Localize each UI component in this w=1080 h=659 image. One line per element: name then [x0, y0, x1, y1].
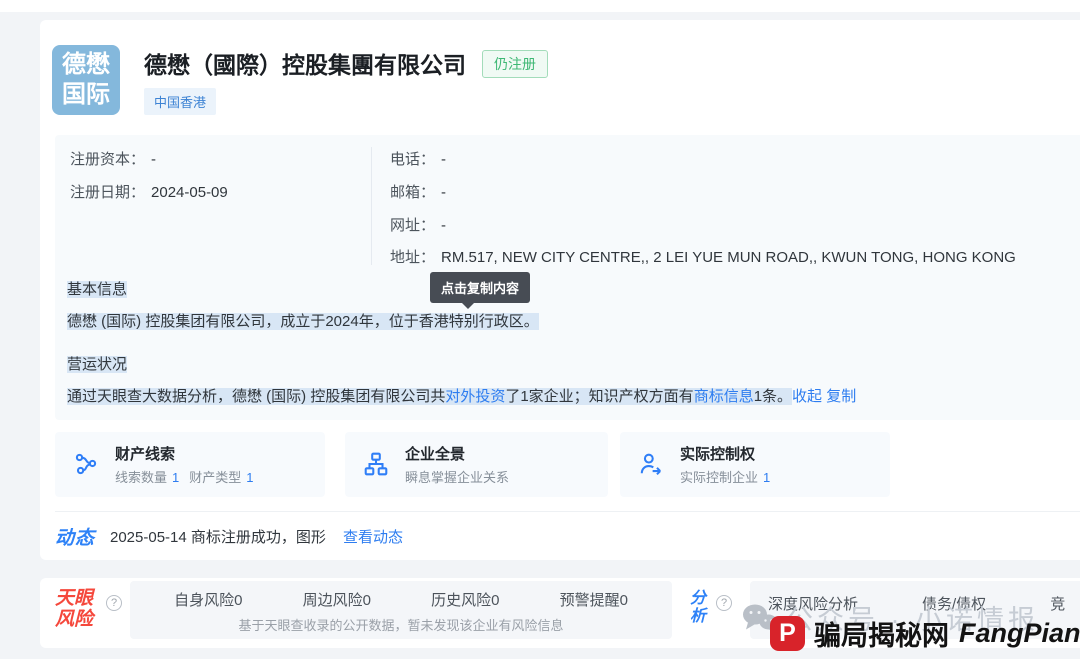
field-value: RM.517, NEW CITY CENTRE,, 2 LEI YUE MUN … [441, 249, 1016, 266]
risk-note: 基于天眼查收录的公开数据，暂未发现该企业有风险信息 [130, 615, 672, 634]
risk-count: 0 [491, 592, 499, 609]
field-address: 地址： RM.517, NEW CITY CENTRE,, 2 LEI YUE M… [390, 246, 1016, 267]
risk-count: 0 [234, 592, 242, 609]
operation-seg2: 了1家企业；知识产权方面有 [505, 388, 693, 405]
field-value: 2024-05-09 [151, 184, 228, 201]
info-panel: 注册资本：- 注册日期：2024-05-09 电话：- 邮箱：- 网址：- 地址… [55, 135, 1080, 420]
basic-info-text[interactable]: 德懋 (国际) 控股集团有限公司，成立于2024年，位于香港特别行政区。 [67, 310, 539, 331]
divider [55, 511, 1080, 512]
status-badge: 仍注册 [482, 50, 548, 78]
field-value: - [441, 217, 446, 234]
actual-control-card[interactable]: 实际控制权 实际控制企业 1 [620, 432, 890, 497]
card-title: 实际控制权 [680, 443, 755, 464]
operation-seg3: 1条。 [754, 388, 792, 405]
tianyan-risk-logo: 天眼 风险 [55, 588, 93, 630]
org-chart-icon [363, 451, 389, 477]
field-website: 网址：- [390, 214, 446, 235]
property-clue-card[interactable]: 财产线索 线索数量 1 财产类型 1 [55, 432, 325, 497]
risk-count: 0 [363, 592, 371, 609]
analysis-logo: 分 析 [690, 590, 706, 626]
card-title: 企业全景 [405, 443, 465, 464]
copy-tooltip: 点击复制内容 [430, 272, 530, 303]
field-registered-capital: 注册资本：- [70, 148, 156, 169]
operation-seg1: 通过天眼查大数据分析，德懋 (国际) 控股集团有限公司共 [67, 388, 445, 405]
analysis-help-icon[interactable]: ? [716, 595, 732, 611]
dynamic-text: 2025-05-14 商标注册成功，图形 [110, 526, 326, 547]
actual-controller-icon [638, 451, 664, 477]
field-value: - [441, 151, 446, 168]
company-logo-line2: 国际 [62, 80, 110, 110]
field-registered-date: 注册日期： 2024-05-09 [70, 181, 228, 202]
card-subtitle: 瞬息掌握企业关系 [405, 467, 509, 486]
brand-site-en: FangPian.net [959, 618, 1080, 649]
card-title: 财产线索 [115, 443, 175, 464]
brand-watermark: P 骗局揭秘网 FangPian.net [770, 614, 1080, 653]
sub-value: 1 [172, 470, 179, 485]
risk-count: 0 [620, 592, 628, 609]
field-label: 网址： [390, 217, 435, 234]
top-strip [0, 0, 1080, 12]
fangpian-logo-icon: P [770, 616, 805, 651]
collapse-link[interactable]: 收起 [792, 388, 822, 405]
clue-icon [73, 451, 99, 477]
field-label: 注册日期： [70, 184, 145, 201]
region-tag: 中国香港 [144, 88, 216, 115]
tab-surrounding-risk[interactable]: 周边风险0 [303, 589, 371, 610]
company-logo: 德懋 国际 [52, 45, 120, 115]
risk-help-icon[interactable]: ? [106, 595, 122, 611]
sub-label: 线索数量 [115, 470, 167, 485]
company-logo-line1: 德懋 [62, 50, 110, 80]
outbound-investment-link[interactable]: 对外投资 [445, 388, 505, 405]
company-name: 德懋（國際）控股集團有限公司 [144, 46, 466, 80]
company-card: 德懋 国际 德懋（國際）控股集團有限公司 仍注册 中国香港 注册资本：- 注册日… [40, 20, 1080, 560]
operation-text: 通过天眼查大数据分析，德懋 (国际) 控股集团有限公司共对外投资了1家企业；知识… [67, 385, 856, 406]
tab-competition-clipped[interactable]: 竞 [1050, 593, 1065, 614]
card-subtitle: 实际控制企业 1 [680, 467, 780, 486]
field-label: 邮箱： [390, 184, 435, 201]
copy-link[interactable]: 复制 [826, 388, 856, 405]
tab-history-risk[interactable]: 历史风险0 [431, 589, 499, 610]
basic-info-title: 基本信息 [67, 278, 127, 299]
card-subtitle: 线索数量 1 财产类型 1 [115, 467, 264, 486]
sub-value: 1 [246, 470, 253, 485]
risk-tabs: 自身风险0 周边风险0 历史风险0 预警提醒0 [130, 589, 672, 610]
trademark-info-link[interactable]: 商标信息 [694, 388, 754, 405]
operation-title: 营运状况 [67, 353, 127, 374]
tab-self-risk[interactable]: 自身风险0 [174, 589, 242, 610]
column-divider [371, 147, 372, 265]
field-value: - [151, 151, 156, 168]
sub-label: 瞬息掌握企业关系 [405, 470, 509, 485]
sub-label: 财产类型 [189, 470, 241, 485]
field-label: 地址： [390, 249, 435, 266]
tab-warning-reminder[interactable]: 预警提醒0 [560, 589, 628, 610]
sub-value: 1 [763, 470, 770, 485]
field-label: 注册资本： [70, 151, 145, 168]
field-label: 电话： [390, 151, 435, 168]
field-phone: 电话：- [390, 148, 446, 169]
sub-label: 实际控制企业 [680, 470, 758, 485]
view-dynamic-link[interactable]: 查看动态 [343, 526, 403, 547]
field-email: 邮箱：- [390, 181, 446, 202]
company-panorama-card[interactable]: 企业全景 瞬息掌握企业关系 [345, 432, 608, 497]
dynamic-logo: 动态 [55, 523, 95, 550]
field-value: - [441, 184, 446, 201]
risk-summary-panel: 自身风险0 周边风险0 历史风险0 预警提醒0 基于天眼查收录的公开数据，暂未发… [130, 581, 672, 639]
brand-site-cn: 骗局揭秘网 [814, 614, 949, 653]
